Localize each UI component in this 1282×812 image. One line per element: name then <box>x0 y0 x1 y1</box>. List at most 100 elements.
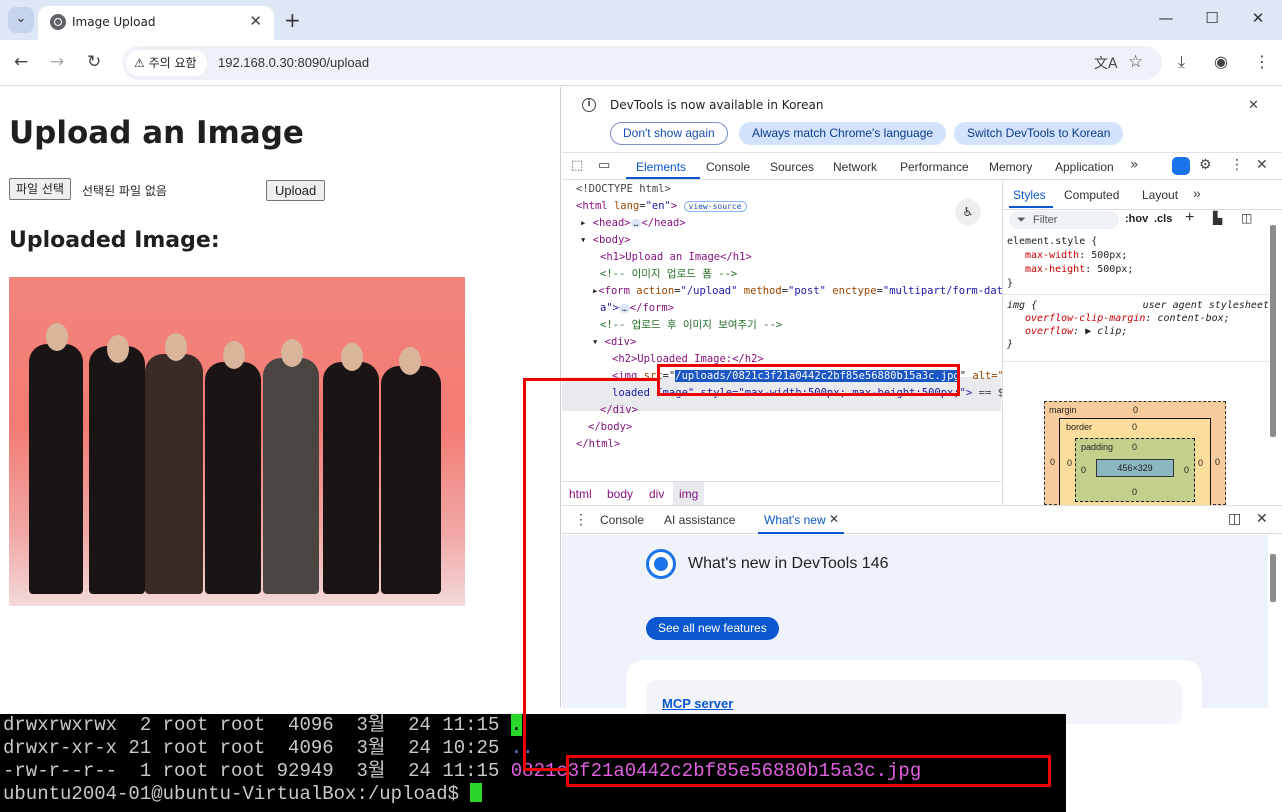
box-value[interactable]: 0 <box>1133 405 1138 415</box>
code-line[interactable]: ▾ <body> <box>580 232 631 249</box>
drawer-scrollbar[interactable] <box>1270 554 1276 602</box>
element-style-rule[interactable]: element.style { max-width: 500px; max-he… <box>1007 235 1269 291</box>
box-value[interactable]: 0 <box>1081 465 1086 475</box>
code-line[interactable]: </html> <box>576 436 620 453</box>
tab-computed[interactable]: Computed <box>1064 188 1119 202</box>
devtools-menu-icon[interactable]: ⋮ <box>1230 157 1244 173</box>
ellipsis-badge[interactable]: … <box>618 304 630 313</box>
switch-to-korean-button[interactable]: Switch DevTools to Korean <box>954 122 1124 145</box>
box-value[interactable]: 0 <box>1198 458 1203 468</box>
mcp-server-link[interactable]: MCP server <box>662 696 733 711</box>
close-whats-new-icon[interactable]: ✕ <box>829 512 839 526</box>
security-chip[interactable]: ⚠ 주의 요함 <box>126 50 207 76</box>
accessibility-icon[interactable]: ♿ <box>955 199 981 225</box>
css-value[interactable]: 500px; <box>1091 250 1127 261</box>
code-line[interactable]: <!-- 이미지 업로드 폼 --> <box>600 266 737 283</box>
dont-show-again-button[interactable]: Don't show again <box>610 122 728 145</box>
tab-performance[interactable]: Performance <box>900 160 969 174</box>
css-value[interactable]: 500px; <box>1097 264 1133 275</box>
collapse-arrow-icon[interactable]: ▾ <box>580 234 586 246</box>
code-line[interactable]: <h1>Upload an Image</h1> <box>600 249 752 266</box>
tab-application[interactable]: Application <box>1055 160 1114 174</box>
ua-img-rule[interactable]: img {user agent stylesheet overflow-clip… <box>1007 299 1269 351</box>
styles-scrollbar[interactable] <box>1270 225 1276 437</box>
cls-button[interactable]: .cls <box>1154 213 1172 225</box>
see-all-features-button[interactable]: See all new features <box>646 617 779 640</box>
drawer-tab-ai-assistance[interactable]: AI assistance <box>664 513 735 527</box>
ellipsis-badge[interactable]: … <box>630 219 642 228</box>
menu-icon[interactable]: ⋮ <box>1254 52 1270 71</box>
drawer-tab-console[interactable]: Console <box>600 513 644 527</box>
more-tabs-icon[interactable]: » <box>1130 157 1139 173</box>
tab-sources[interactable]: Sources <box>770 160 814 174</box>
tab-search-button[interactable]: ⌄ <box>8 7 34 33</box>
breadcrumb-html[interactable]: html <box>569 487 592 501</box>
reload-icon[interactable]: ↻ <box>87 52 101 72</box>
tab-elements[interactable]: Elements <box>636 160 686 174</box>
always-match-language-button[interactable]: Always match Chrome's language <box>739 122 947 145</box>
more-style-tabs-icon[interactable]: » <box>1193 185 1201 201</box>
bookmark-star-icon[interactable]: ☆ <box>1128 52 1143 72</box>
box-value[interactable]: 0 <box>1067 458 1072 468</box>
add-rule-icon[interactable]: + <box>1185 209 1194 227</box>
css-property[interactable]: max-width <box>1025 250 1079 261</box>
view-source-badge[interactable]: view-source <box>683 201 747 212</box>
collapse-arrow-icon[interactable]: ▾ <box>592 336 598 348</box>
url-text[interactable]: 192.168.0.30:8090/upload <box>218 55 369 70</box>
code-line[interactable]: <!-- 업로드 후 이미지 보여주기 --> <box>600 317 782 334</box>
close-devtools-icon[interactable]: ✕ <box>1256 157 1268 173</box>
file-select-button[interactable]: 파일 선택 <box>9 178 71 200</box>
box-value[interactable]: 0 <box>1132 422 1137 432</box>
code-line[interactable]: ▸<form action="/upload" method="post" en… <box>592 283 1003 300</box>
back-icon[interactable]: ← <box>14 52 28 72</box>
maximize-icon[interactable]: ☐ <box>1192 9 1232 27</box>
box-value[interactable]: 0 <box>1132 487 1137 497</box>
close-drawer-icon[interactable]: ✕ <box>1256 510 1268 527</box>
browser-tab[interactable]: Image Upload ✕ <box>38 6 274 40</box>
box-value[interactable]: 0 <box>1184 465 1189 475</box>
breadcrumb-body[interactable]: body <box>607 487 633 501</box>
tab-console[interactable]: Console <box>706 160 750 174</box>
sidebar-toggle-icon[interactable]: ◫ <box>1241 211 1252 225</box>
tab-styles[interactable]: Styles <box>1013 188 1046 202</box>
close-infobar-icon[interactable]: ✕ <box>1248 98 1259 113</box>
settings-gear-icon[interactable]: ⚙ <box>1199 157 1212 173</box>
code-line[interactable]: ▾ <div> <box>592 334 636 351</box>
tab-network[interactable]: Network <box>833 160 877 174</box>
device-toolbar-icon[interactable]: ▭ <box>598 158 610 173</box>
box-value[interactable]: 0 <box>1132 442 1137 452</box>
close-window-icon[interactable]: ✕ <box>1238 9 1278 27</box>
code-line[interactable]: <html lang="en"> view-source <box>576 198 747 215</box>
hov-button[interactable]: :hov <box>1125 213 1148 225</box>
upload-button[interactable]: Upload <box>266 180 326 201</box>
download-icon[interactable]: ⤓ <box>1178 52 1185 72</box>
css-property[interactable]: max-height <box>1025 264 1085 275</box>
code-line[interactable]: ▸ <head>… </head> <box>580 215 686 232</box>
ai-assistance-icon[interactable] <box>1172 157 1190 175</box>
minimize-icon[interactable]: — <box>1146 9 1186 27</box>
dock-icon[interactable]: ◫ <box>1228 510 1241 527</box>
terminal-prompt-line[interactable]: ubuntu2004-01@ubuntu-VirtualBox:/upload$ <box>3 783 483 806</box>
code-line[interactable]: a">… </form> <box>600 300 674 317</box>
code-line[interactable]: <!DOCTYPE html> <box>576 181 671 198</box>
breadcrumb-img[interactable]: img <box>673 482 705 506</box>
address-bar[interactable]: ⚠ 주의 요함 192.168.0.30:8090/upload 文A ☆ <box>122 46 1162 80</box>
tab-layout[interactable]: Layout <box>1142 188 1178 202</box>
paint-icon[interactable]: ▙ <box>1213 211 1222 225</box>
inspect-element-icon[interactable]: ⬚ <box>571 158 583 173</box>
breadcrumb-div[interactable]: div <box>649 487 664 501</box>
tab-memory[interactable]: Memory <box>989 160 1032 174</box>
close-tab-icon[interactable]: ✕ <box>249 12 262 30</box>
drawer-tab-whats-new[interactable]: What's new <box>764 513 826 527</box>
expand-arrow-icon[interactable]: ▸ <box>580 217 586 229</box>
code-line[interactable]: </div> <box>600 402 638 419</box>
box-value[interactable]: 0 <box>1215 457 1220 467</box>
translate-icon[interactable]: 文A <box>1094 53 1118 73</box>
code-line[interactable]: </body> <box>588 419 632 436</box>
profile-icon[interactable]: ◉ <box>1214 52 1228 71</box>
forward-icon[interactable]: → <box>50 52 64 72</box>
styles-filter-input[interactable]: ⏷ Filter <box>1009 211 1119 229</box>
drawer-menu-icon[interactable]: ⋮ <box>574 511 588 528</box>
box-value[interactable]: 0 <box>1050 457 1055 467</box>
box-content[interactable]: 456×329 <box>1096 459 1174 477</box>
